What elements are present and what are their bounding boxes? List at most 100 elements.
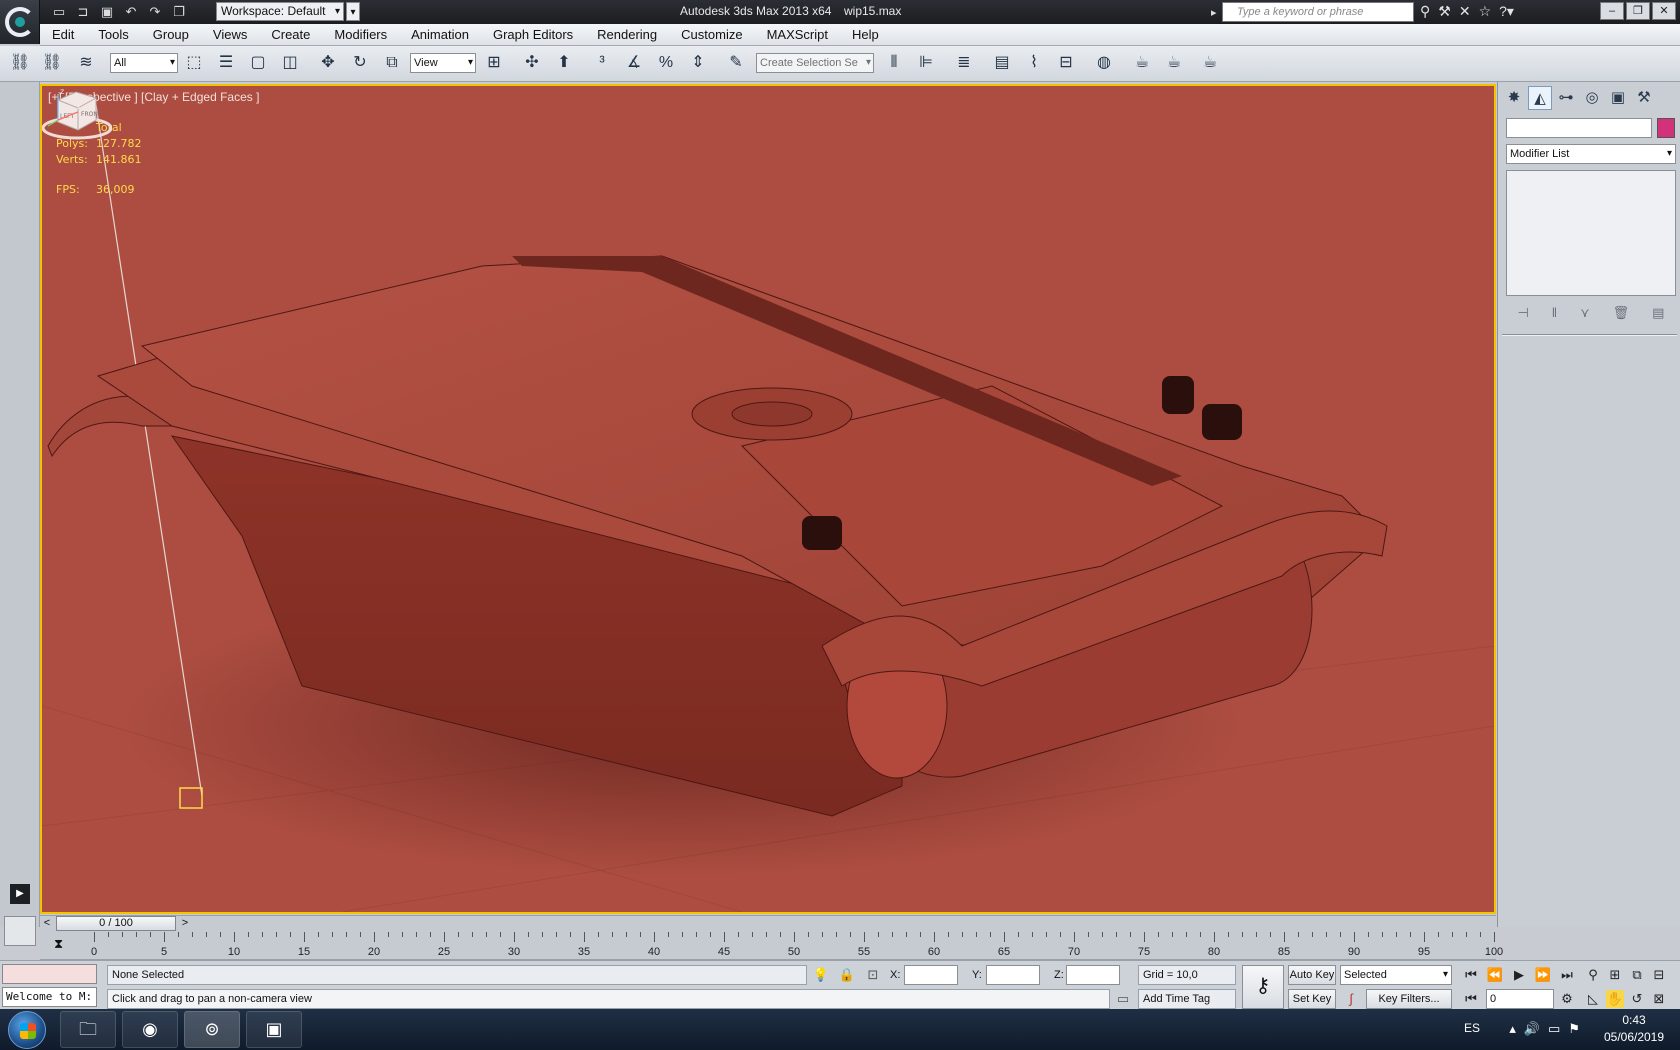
modifier-list-dropdown[interactable]: Modifier List [1506,144,1676,164]
image-viewer-taskbar-icon[interactable]: ▣ [246,1011,302,1048]
pivot-center-icon[interactable]: ⊞ [482,51,506,75]
key-mode-toggle-icon[interactable]: ⏮ [1462,990,1480,1008]
zoom-icon[interactable]: ⚲ [1584,966,1602,984]
menu-graph-editors[interactable]: Graph Editors [481,24,585,46]
maxscript-listener-top[interactable] [2,964,97,984]
mini-curve-editor-button[interactable] [4,916,36,946]
key-filters-button[interactable]: Key Filters... [1366,989,1452,1009]
key-mode-dropdown[interactable]: Selected [1340,965,1452,985]
select-object-icon[interactable]: ⬚ [182,51,206,75]
binoculars-icon[interactable]: ⚲ [1420,3,1430,20]
prev-frame-arrow-icon[interactable]: < [40,916,54,931]
window-crossing-icon[interactable]: ◫ [278,51,302,75]
hierarchy-tab-icon[interactable]: ⊶ [1554,86,1578,110]
set-key-button[interactable]: Set Key [1288,989,1336,1009]
tray-expand-icon[interactable]: ▴ [1509,1021,1516,1037]
set-key-mode-key-icon[interactable]: ⚷ [1242,965,1284,1009]
snaps-toggle-icon[interactable]: ³ [590,51,614,75]
x-coordinate-input[interactable] [904,965,958,985]
favorites-star-icon[interactable]: ☆ [1479,3,1492,20]
selection-filter-dropdown[interactable]: All [110,53,178,73]
modify-tab-icon[interactable]: ◭ [1528,86,1552,110]
new-file-icon[interactable]: ▭ [50,3,68,21]
firefox-taskbar-icon[interactable]: ◉ [122,1011,178,1048]
menu-modifiers[interactable]: Modifiers [322,24,399,46]
undo-icon[interactable]: ↶ [122,3,140,21]
project-folder-icon[interactable]: ❐ [170,3,188,21]
time-tag-icon[interactable]: ▭ [1114,990,1132,1008]
maximize-icon[interactable]: ❐ [1626,2,1650,20]
orbit-icon[interactable]: ↺ [1628,990,1646,1008]
clock[interactable]: 0:43 05/06/2019 [1598,1012,1670,1046]
redo-icon[interactable]: ↷ [146,3,164,21]
go-to-end-icon[interactable]: ⏭ [1558,966,1576,984]
default-tangent-icon[interactable]: ∫ [1342,990,1360,1008]
subscription-icon[interactable]: ⚒ [1438,3,1451,20]
configure-sets-icon[interactable]: ▤ [1652,302,1664,324]
network-icon[interactable]: ▭ [1548,1021,1560,1037]
auto-key-button[interactable]: Auto Key [1288,965,1336,985]
expand-arrow-icon[interactable]: ▶ [10,884,30,904]
go-to-start-icon[interactable]: ⏮ [1462,966,1480,984]
spinner-snap-icon[interactable]: ⇕ [686,51,710,75]
rotate-icon[interactable]: ↻ [348,51,372,75]
open-mini-curve-editor-icon[interactable]: ⧗ [54,936,63,952]
menu-customize[interactable]: Customize [669,24,754,46]
menu-help[interactable]: Help [840,24,891,46]
show-end-result-icon[interactable]: ‖ [1552,302,1557,324]
y-coordinate-input[interactable] [986,965,1040,985]
close-icon[interactable]: ✕ [1652,2,1676,20]
3dsmax-taskbar-icon[interactable]: ⊚ [184,1011,240,1048]
workspace-dropdown[interactable]: Workspace: Default [216,2,344,21]
object-color-swatch[interactable] [1657,118,1675,138]
menu-rendering[interactable]: Rendering [585,24,669,46]
bind-space-warp-icon[interactable]: ≋ [74,51,98,75]
qat-customize-icon[interactable]: ▾ [346,2,360,21]
remove-modifier-icon[interactable]: 🗑 [1613,302,1630,324]
start-button-icon[interactable] [8,1011,46,1049]
named-selection-input[interactable]: Create Selection Se [756,53,874,73]
select-and-link-icon[interactable]: ⛓ [8,51,32,75]
perspective-viewport[interactable]: [+] [Perspective ] [Clay + Edged Faces ]… [40,84,1496,914]
minimize-icon[interactable]: – [1600,2,1624,20]
scale-icon[interactable]: ⧉ [380,51,404,75]
pan-view-icon[interactable]: ✋ [1606,990,1624,1008]
display-tab-icon[interactable]: ▣ [1606,86,1630,110]
material-editor-icon[interactable]: ◍ [1092,51,1116,75]
scene-explorer-icon[interactable]: ▤ [990,51,1014,75]
menu-maxscript[interactable]: MAXScript [755,24,840,46]
select-by-name-icon[interactable]: ☰ [214,51,238,75]
unlink-icon[interactable]: ⛓ [40,51,64,75]
app-logo-button[interactable] [0,0,40,44]
motion-tab-icon[interactable]: ◎ [1580,86,1604,110]
z-coordinate-input[interactable] [1066,965,1120,985]
reference-coordinate-dropdown[interactable]: View [410,53,476,73]
edit-named-selection-icon[interactable]: ✎ [724,51,748,75]
curve-editor-icon[interactable]: ⌇ [1022,51,1046,75]
modifier-stack[interactable] [1506,170,1676,296]
move-icon[interactable]: ✥ [316,51,340,75]
schematic-view-icon[interactable]: ⊟ [1054,51,1078,75]
render-setup-icon[interactable]: ☕ [1130,51,1154,75]
menu-animation[interactable]: Animation [399,24,481,46]
save-file-icon[interactable]: ▣ [98,3,116,21]
render-production-icon[interactable]: ☕ [1198,51,1222,75]
mirror-icon[interactable]: ⫴ [882,51,906,75]
time-slider-thumb[interactable]: 0 / 100 [56,916,176,931]
add-time-tag-button[interactable]: Add Time Tag [1138,989,1236,1009]
menu-tools[interactable]: Tools [86,24,140,46]
next-frame-arrow-icon[interactable]: > [178,916,192,931]
play-icon[interactable]: ▶ [1510,966,1528,984]
percent-snap-icon[interactable]: % [654,51,678,75]
time-configuration-icon[interactable]: ⚙ [1558,990,1576,1008]
infocenter-search-input[interactable]: Type a keyword or phrase [1211,2,1414,22]
isolate-selection-icon[interactable]: 💡 [812,966,830,984]
create-tab-icon[interactable]: ✸ [1502,86,1526,110]
action-center-flag-icon[interactable]: ⚑ [1568,1021,1580,1037]
zoom-extents-icon[interactable]: ⧉ [1628,966,1646,984]
open-file-icon[interactable]: ⊐ [74,3,92,21]
align-icon[interactable]: ⊫ [914,51,938,75]
selection-lock-icon[interactable]: 🔒 [838,966,856,984]
explorer-taskbar-icon[interactable]: 🗀 [60,1011,116,1048]
angle-snap-icon[interactable]: ∡ [622,51,646,75]
